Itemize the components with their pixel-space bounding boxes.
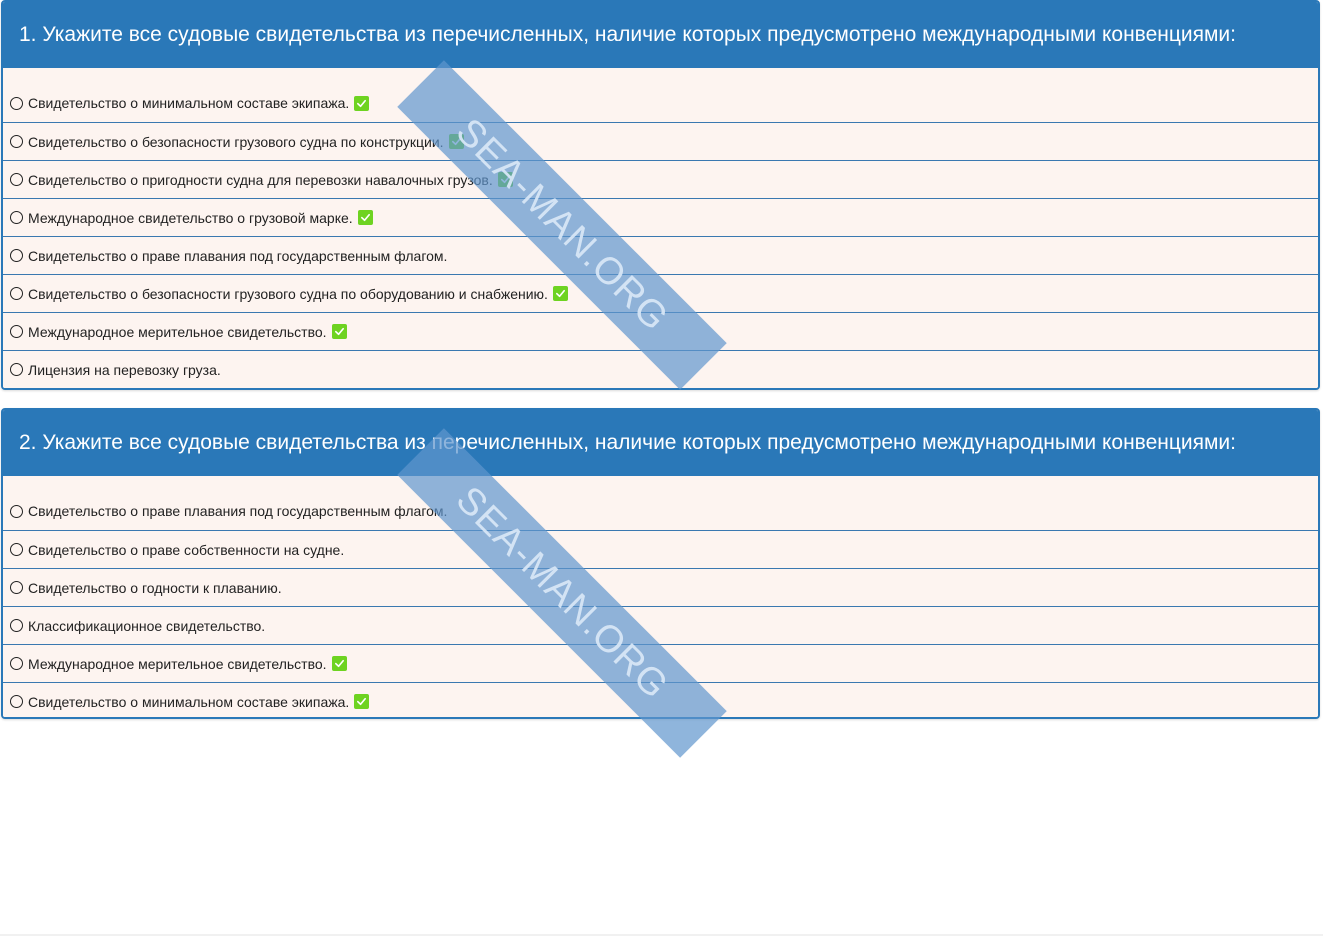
answer-option[interactable]: Классификационное свидетельство. [3,606,1318,644]
green-checkmark-icon [497,172,513,187]
answer-option[interactable]: Свидетельство о пригодности судна для пе… [3,160,1318,198]
answer-label: Свидетельство о безопасности грузового с… [28,133,444,150]
answer-label: Свидетельство о праве плавания под госуд… [28,503,448,519]
green-checkmark-icon [357,210,373,225]
answer-option[interactable]: Свидетельство о праве плавания под госуд… [3,476,1318,530]
radio-circle-icon[interactable] [10,325,23,338]
answer-label: Свидетельство о годности к плаванию. [28,579,282,596]
answer-option[interactable]: Лицензия на перевозку груза. [3,350,1318,388]
green-checkmark-icon [331,656,347,671]
green-checkmark-icon [552,286,568,301]
radio-circle-icon[interactable] [10,135,23,148]
answer-label: Лицензия на перевозку груза. [28,361,221,378]
question-title: 1. Укажите все судовые свидетельства из … [3,2,1318,68]
answer-option[interactable]: Свидетельство о безопасности грузового с… [3,274,1318,312]
answer-option[interactable]: Международное мерительное свидетельство. [3,312,1318,350]
answer-label: Свидетельство о пригодности судна для пе… [28,171,493,188]
answer-label: Классификационное свидетельство. [28,617,266,634]
question-title: 2. Укажите все судовые свидетельства из … [3,410,1318,476]
radio-circle-icon[interactable] [10,695,23,708]
radio-circle-icon[interactable] [10,581,23,594]
radio-circle-icon[interactable] [10,504,23,518]
green-checkmark-icon [354,95,370,111]
answer-option[interactable]: Свидетельство о праве собственности на с… [3,530,1318,568]
answer-label: Свидетельство о минимальном составе экип… [28,693,350,710]
answer-option[interactable]: Свидетельство о праве плавания под госуд… [3,236,1318,274]
radio-circle-icon[interactable] [10,543,23,556]
radio-circle-icon[interactable] [10,619,23,632]
answer-list: Свидетельство о минимальном составе экип… [3,68,1318,388]
answer-option[interactable]: Свидетельство о минимальном составе экип… [3,682,1318,717]
radio-circle-icon[interactable] [10,96,23,110]
answer-label: Свидетельство о праве собственности на с… [28,541,345,558]
answer-option[interactable]: Свидетельство о годности к плаванию. [3,568,1318,606]
green-checkmark-icon [331,324,347,339]
answer-label: Свидетельство о безопасности грузового с… [28,285,548,302]
radio-circle-icon[interactable] [10,249,23,262]
answer-label: Международное мерительное свидетельство. [28,655,327,672]
answer-option[interactable]: Свидетельство о минимальном составе экип… [3,68,1318,122]
answer-label: Международное свидетельство о грузовой м… [28,209,353,226]
radio-circle-icon[interactable] [10,363,23,376]
radio-circle-icon[interactable] [10,657,23,670]
answer-label: Международное мерительное свидетельство. [28,323,327,340]
answer-option[interactable]: Свидетельство о безопасности грузового с… [3,122,1318,160]
answer-option[interactable]: Международное свидетельство о грузовой м… [3,198,1318,236]
question-card-1: 1. Укажите все судовые свидетельства из … [1,0,1320,390]
answer-list: Свидетельство о праве плавания под госуд… [3,476,1318,717]
radio-circle-icon[interactable] [10,287,23,300]
answer-label: Свидетельство о минимальном составе экип… [28,95,350,111]
radio-circle-icon[interactable] [10,173,23,186]
radio-circle-icon[interactable] [10,211,23,224]
green-checkmark-icon [354,694,370,709]
green-checkmark-icon [448,134,464,149]
answer-option[interactable]: Международное мерительное свидетельство. [3,644,1318,682]
answer-label: Свидетельство о праве плавания под госуд… [28,247,448,264]
question-card-2: 2. Укажите все судовые свидетельства из … [1,408,1320,719]
